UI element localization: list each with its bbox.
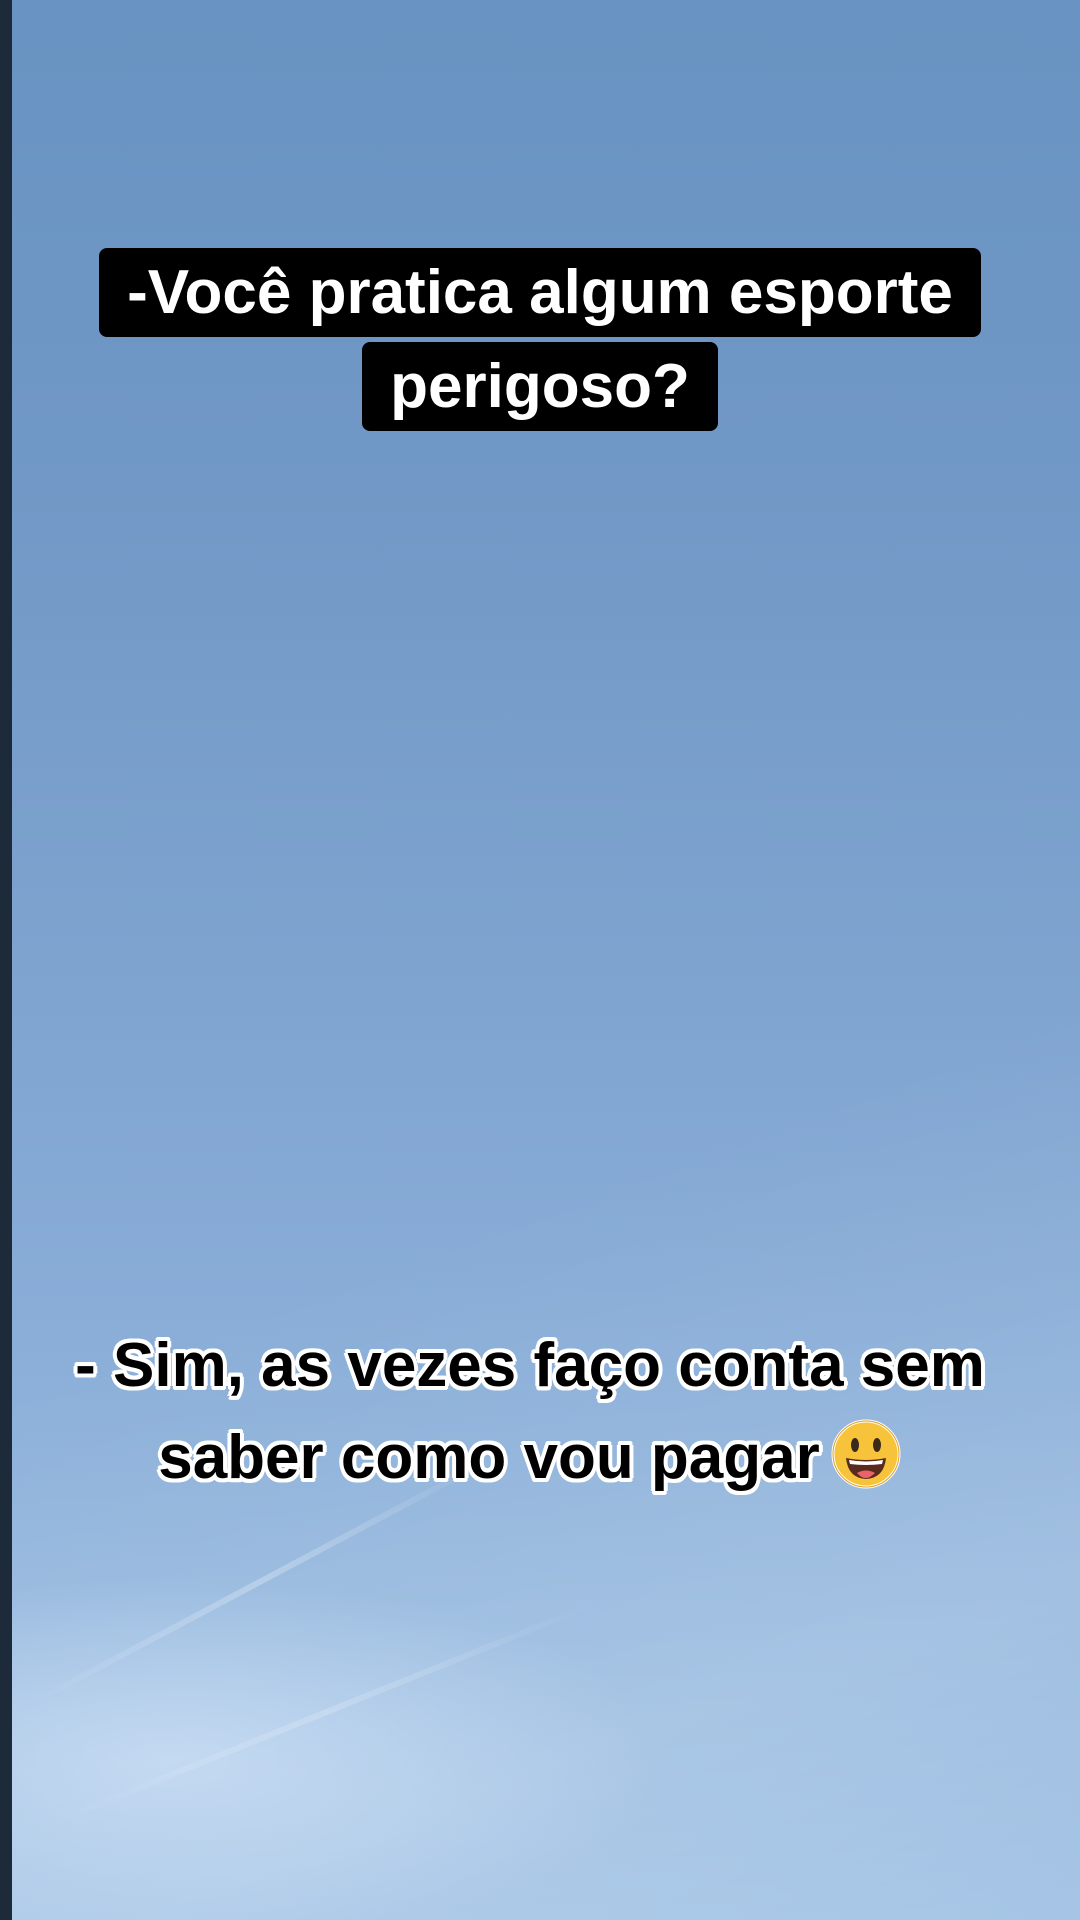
answer-line-2: saber como vou pagar bbox=[158, 1423, 820, 1492]
question-line-1: -Você pratica algum esporte bbox=[99, 248, 981, 337]
question-line-2: perigoso? bbox=[362, 342, 718, 431]
question-caption: -Você pratica algum esporte perigoso? bbox=[0, 246, 1080, 434]
grinning-face-emoji-icon bbox=[830, 1418, 902, 1490]
answer-caption: - Sim, as vezes faço conta sem saber com… bbox=[20, 1320, 1040, 1504]
contrail-streak bbox=[50, 1595, 610, 1826]
answer-line-1: - Sim, as vezes faço conta sem bbox=[75, 1331, 985, 1400]
